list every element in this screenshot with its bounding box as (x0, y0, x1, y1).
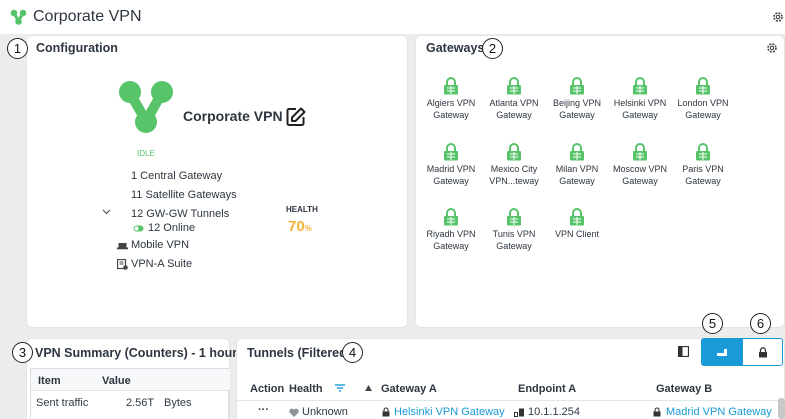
row-health: Unknown (302, 406, 348, 418)
sort-up-icon[interactable] (365, 385, 372, 391)
heart-icon (289, 408, 299, 417)
callout-3: 3 (12, 342, 33, 363)
suite-icon (117, 259, 128, 270)
column-header-gateway-b[interactable]: Gateway B (656, 383, 712, 395)
app-title: Corporate VPN (33, 8, 142, 25)
lock-icon (482, 77, 546, 95)
health-label: HEALTH (286, 205, 318, 214)
gateway-item[interactable]: London VPN Gateway (671, 77, 735, 121)
health-value: 70% (288, 218, 312, 235)
configuration-name: Corporate VPN (183, 108, 283, 124)
filter-icon[interactable] (335, 384, 345, 392)
tunnels-header-divider (237, 400, 784, 401)
gateway-item[interactable]: Paris VPN Gateway (671, 143, 735, 187)
scrollbar[interactable] (778, 398, 785, 419)
gateway-item[interactable]: Milan VPN Gateway (545, 143, 609, 187)
lock-icon (671, 77, 735, 95)
callout-6: 6 (750, 313, 771, 334)
lock-icon (419, 208, 483, 226)
gateway-item[interactable]: Mexico City VPN...teway (482, 143, 546, 187)
callout-4: 4 (342, 342, 363, 363)
configuration-title: Configuration (36, 41, 118, 55)
gateways-title: Gateways (426, 41, 485, 55)
lock-icon (419, 143, 483, 161)
lock-view-button[interactable] (742, 338, 783, 366)
gateway-item[interactable]: Madrid VPN Gateway (419, 143, 483, 187)
gear-icon[interactable] (766, 42, 778, 54)
gateway-label: Mexico City VPN...teway (489, 164, 539, 186)
lock-icon (545, 143, 609, 161)
lock-icon (482, 208, 546, 226)
top-bar: Corporate VPN (0, 0, 785, 34)
column-header-action[interactable]: Action (250, 383, 284, 395)
gateway-label: Helsinki VPN Gateway (613, 98, 667, 120)
endpoint-icon (514, 408, 524, 417)
gateway-label: Milan VPN Gateway (555, 164, 599, 186)
column-header-item[interactable]: Item (38, 375, 61, 387)
gateway-label: Moscow VPN Gateway (612, 164, 667, 186)
column-header-value[interactable]: Value (102, 375, 131, 387)
gateway-item[interactable]: Helsinki VPN Gateway (608, 77, 672, 121)
gateway-item[interactable]: Moscow VPN Gateway (608, 143, 672, 187)
lock-icon (545, 77, 609, 95)
lock-icon (608, 77, 672, 95)
vpn-suite-label: VPN-A Suite (131, 258, 193, 270)
gateway-label: Tunis VPN Gateway (492, 229, 536, 251)
summary-table: Item Value Sent traffic 2.56T Bytes (30, 368, 230, 419)
gateway-label: Atlanta VPN Gateway (489, 98, 539, 120)
status-badge: IDLE (137, 149, 155, 158)
columns-icon[interactable] (678, 346, 689, 357)
callout-2: 2 (482, 38, 503, 59)
lock-icon (759, 347, 767, 358)
tunnels-title: Tunnels (Filtered) (247, 346, 351, 360)
chevron-down-icon[interactable] (102, 209, 111, 215)
vpn-summary-title: VPN Summary (Counters) - 1 hour (35, 346, 238, 360)
central-gateway-count: 1 Central Gateway (131, 170, 223, 182)
row-gateway-b-link[interactable]: Madrid VPN Gateway (666, 406, 772, 418)
callout-1: 1 (7, 38, 28, 59)
vpn-logo-icon (119, 81, 173, 133)
lock-icon (419, 77, 483, 95)
gateway-label: Riyadh VPN Gateway (426, 229, 476, 251)
lock-icon (671, 143, 735, 161)
lock-icon (653, 407, 661, 417)
gateway-item[interactable]: Atlanta VPN Gateway (482, 77, 546, 121)
gear-icon[interactable] (772, 11, 784, 23)
gateway-item[interactable]: Algiers VPN Gateway (419, 77, 483, 121)
lock-icon (608, 143, 672, 161)
gateway-label: Paris VPN Gateway (682, 164, 724, 186)
column-header-gateway-a[interactable]: Gateway A (381, 383, 437, 395)
summary-row-value: 2.56T (126, 397, 155, 409)
lock-icon (482, 143, 546, 161)
summary-row-item: Sent traffic (36, 397, 89, 409)
mobile-vpn-label: Mobile VPN (131, 239, 190, 251)
row-gateway-a-link[interactable]: Helsinki VPN Gateway (394, 406, 505, 418)
row-action-menu[interactable]: ··· (258, 404, 269, 416)
topology-icon (717, 349, 727, 356)
satellite-gateway-count: 11 Satellite Gateways (131, 189, 237, 201)
gateway-label: London VPN Gateway (677, 98, 729, 120)
gateway-label: VPN Client (554, 229, 599, 239)
online-icon (133, 225, 144, 232)
column-header-endpoint-a[interactable]: Endpoint A (518, 383, 576, 395)
vpn-logo-icon (10, 9, 27, 25)
summary-row-unit: Bytes (164, 397, 192, 409)
edit-icon[interactable] (285, 106, 307, 128)
gateway-label: Beijing VPN Gateway (552, 98, 602, 120)
gateway-label: Algiers VPN Gateway (426, 98, 476, 120)
gateway-item[interactable]: Tunis VPN Gateway (482, 208, 546, 252)
laptop-icon (117, 243, 128, 250)
gateway-item[interactable]: VPN Client (545, 208, 609, 240)
tunnel-count: 12 GW-GW Tunnels (131, 208, 230, 220)
row-endpoint-a: 10.1.1.254 (528, 406, 580, 418)
online-count: 12 Online (148, 222, 196, 234)
gateway-item[interactable]: Riyadh VPN Gateway (419, 208, 483, 252)
topology-view-button[interactable] (701, 338, 742, 366)
lock-icon (382, 407, 390, 417)
gateway-label: Madrid VPN Gateway (426, 164, 476, 186)
lock-icon (545, 208, 609, 226)
gateway-item[interactable]: Beijing VPN Gateway (545, 77, 609, 121)
column-header-health[interactable]: Health (289, 383, 323, 395)
callout-5: 5 (702, 313, 723, 334)
